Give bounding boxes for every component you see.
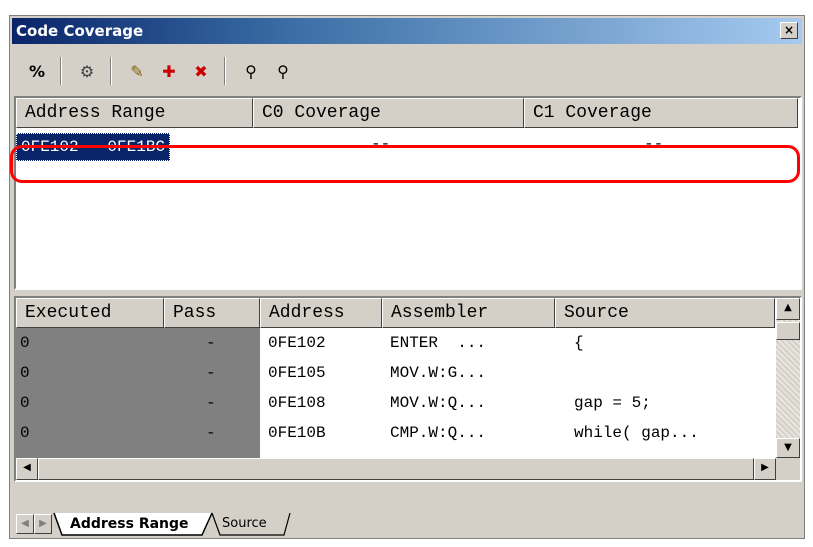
coverage-settings-icon[interactable]: ⚙ <box>74 59 100 85</box>
executed-cell: 0 <box>20 364 30 382</box>
tab-source[interactable]: Source <box>222 513 267 535</box>
column-header-assembler[interactable]: Assembler <box>382 298 555 328</box>
executed-cell: 0 <box>20 424 30 442</box>
pass-cell: - <box>206 424 216 442</box>
find-next-icon[interactable]: ⚲ <box>270 59 296 85</box>
toolbar-separator <box>110 57 112 85</box>
source-cell: gap = 5; <box>574 394 651 412</box>
delete-range-icon[interactable]: ✖ <box>188 59 214 85</box>
pass-cell: - <box>206 334 216 352</box>
address-cell: 0FE10B <box>268 424 326 442</box>
find-icon[interactable]: ⚲ <box>238 59 264 85</box>
tab-scroll-right-button[interactable]: ▶ <box>34 514 52 534</box>
toolbar-separator <box>60 57 62 85</box>
assembler-cell: CMP.W:Q... <box>390 424 487 442</box>
address-cell: 0FE108 <box>268 394 326 412</box>
address-range-table: Address Range C0 Coverage C1 Coverage 0F… <box>14 96 802 290</box>
pass-cell: - <box>206 394 216 412</box>
edit-range-icon[interactable]: ✎ <box>124 59 150 85</box>
table-row[interactable]: 0 - 0FE105 MOV.W:G... <box>16 364 776 388</box>
scroll-right-button[interactable]: ▶ <box>754 458 776 480</box>
toolbar-separator <box>224 57 226 85</box>
scrollbar-corner <box>776 458 800 480</box>
add-range-icon[interactable]: ✚ <box>156 59 182 85</box>
column-header-executed[interactable]: Executed <box>16 298 164 328</box>
column-header-c1-coverage[interactable]: C1 Coverage <box>524 98 798 128</box>
source-cell: while( gap... <box>574 424 699 442</box>
tab-bar: ◀ ▶ Address Range Source <box>12 511 802 537</box>
scroll-left-button[interactable]: ◀ <box>16 458 38 480</box>
pass-cell: - <box>206 364 216 382</box>
column-header-pass[interactable]: Pass <box>164 298 260 328</box>
executed-cell: 0 <box>20 334 30 352</box>
source-cell: { <box>574 334 584 352</box>
table-row[interactable]: 0 - 0FE10B CMP.W:Q... while( gap... <box>16 424 776 448</box>
tab-address-range[interactable]: Address Range <box>70 513 189 535</box>
assembler-cell: MOV.W:G... <box>390 364 487 382</box>
source-table: Executed Pass Address Assembler Source 0… <box>14 296 802 482</box>
window-title: Code Coverage <box>16 22 144 40</box>
toolbar: % ⚙ ✎ ✚ ✖ ⚲ ⚲ <box>12 49 802 93</box>
scroll-down-button[interactable]: ▼ <box>776 438 800 458</box>
assembler-cell: ENTER ... <box>390 334 487 352</box>
scroll-up-button[interactable]: ▲ <box>776 298 800 320</box>
tab-scroll-left-button[interactable]: ◀ <box>16 514 34 534</box>
executed-cell: 0 <box>20 394 30 412</box>
close-button[interactable]: × <box>780 22 798 39</box>
assembler-cell: MOV.W:Q... <box>390 394 487 412</box>
percent-icon[interactable]: % <box>24 59 50 85</box>
horizontal-scroll-thumb[interactable] <box>38 458 754 480</box>
address-cell: 0FE102 <box>268 334 326 352</box>
table-row[interactable]: 0 - 0FE102 ENTER ... { <box>16 334 776 358</box>
address-cell: 0FE105 <box>268 364 326 382</box>
code-coverage-window: Code Coverage × % ⚙ ✎ ✚ ✖ ⚲ ⚲ Address Ra… <box>9 15 805 539</box>
scroll-thumb[interactable] <box>776 322 800 340</box>
column-header-address[interactable]: Address <box>260 298 382 328</box>
highlight-annotation <box>10 145 800 183</box>
column-header-c0-coverage[interactable]: C0 Coverage <box>253 98 524 128</box>
column-header-address-range[interactable]: Address Range <box>16 98 253 128</box>
table-row[interactable]: 0 - 0FE108 MOV.W:Q... gap = 5; <box>16 394 776 418</box>
title-bar[interactable]: Code Coverage × <box>12 18 802 44</box>
column-header-source[interactable]: Source <box>555 298 775 328</box>
